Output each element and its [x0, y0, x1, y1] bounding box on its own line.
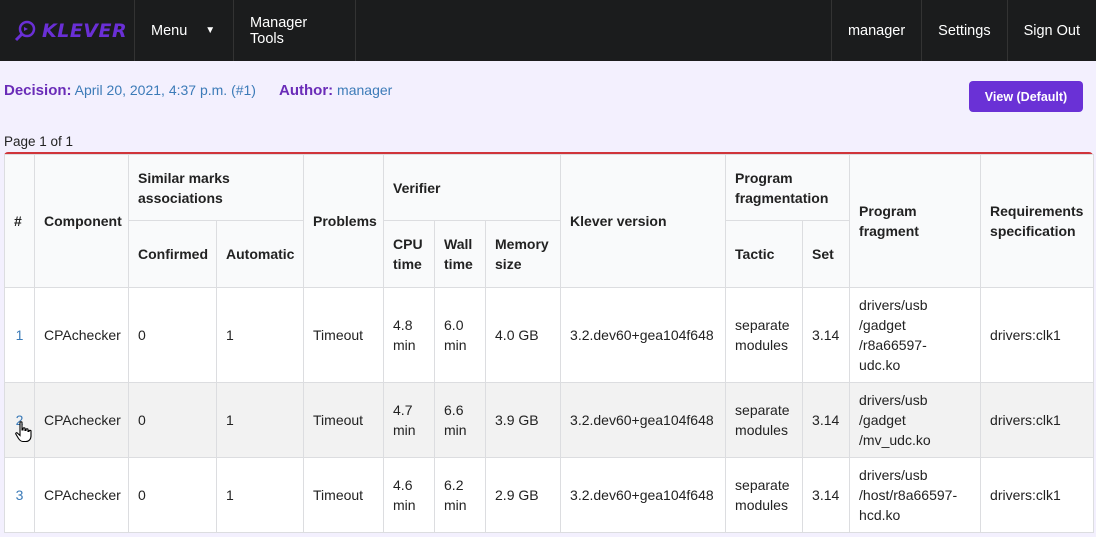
settings-label: Settings: [938, 22, 991, 39]
cell-component: CPAchecker: [34, 287, 129, 383]
logo-text: KLEVER: [42, 19, 128, 42]
menu-label: Menu: [151, 22, 188, 39]
cell-memory: 2.9 GB: [485, 457, 562, 533]
cell-tactic: separate modules: [725, 457, 804, 533]
header-verifier: Verifier: [383, 154, 562, 221]
cell-fragment: drivers/usb /gadget /mv_udc.ko: [849, 382, 982, 458]
cell-cpu-time: 4.6 min: [383, 457, 436, 533]
manager-tools-label: Manager Tools: [250, 14, 308, 47]
cell-requirements: drivers:clk1: [980, 382, 1095, 458]
cell-fragment: drivers/usb /host/r8a66597- hcd.ko: [849, 457, 982, 533]
header-wall-time: Wall time: [434, 220, 487, 288]
header-similar-marks: Similar marks associations: [127, 154, 305, 221]
cell-memory: 4.0 GB: [485, 287, 562, 383]
menu-dropdown[interactable]: Menu ▼: [135, 0, 234, 61]
decision-value[interactable]: April 20, 2021, 4:37 p.m. (#1): [75, 82, 256, 98]
cell-problems: Timeout: [303, 287, 385, 383]
header-problems: Problems: [303, 154, 385, 288]
cell-automatic: 1: [215, 382, 305, 458]
cell-klever-version: 3.2.dev60+gea104f648: [560, 382, 727, 458]
author-label: Author:: [279, 82, 334, 99]
row-link[interactable]: 3: [16, 487, 24, 503]
author-info: Author: manager: [279, 82, 392, 99]
header-num: #: [4, 154, 35, 288]
cell-tactic: separate modules: [725, 287, 804, 383]
header-klever-version: Klever version: [560, 154, 727, 288]
cell-klever-version: 3.2.dev60+gea104f648: [560, 287, 727, 383]
header-program-fragment: Program fragment: [849, 154, 982, 288]
user-link[interactable]: manager: [830, 0, 921, 61]
user-label: manager: [847, 22, 906, 39]
sign-out-link[interactable]: Sign Out: [1006, 0, 1096, 61]
header-cpu-time: CPU time: [383, 220, 436, 288]
cell-set: 3.14: [802, 382, 851, 458]
header-memory-size: Memory size: [485, 220, 562, 288]
cell-automatic: 1: [215, 457, 305, 533]
table-row: 2 CPAchecker 0 1 Timeout 4.7 min 6.6 min…: [4, 382, 1095, 458]
header-requirements: Requirements specification: [980, 154, 1095, 288]
cell-fragment: drivers/usb /gadget /r8a66597- udc.ko: [849, 287, 982, 383]
cell-automatic: 1: [215, 287, 305, 383]
page-info: Page 1 of 1: [4, 134, 74, 149]
sign-out-label: Sign Out: [1023, 22, 1080, 39]
decision-info: Decision: April 20, 2021, 4:37 p.m. (#1): [4, 82, 256, 99]
header-set: Set: [802, 220, 851, 288]
header-component: Component: [34, 154, 129, 288]
decision-label: Decision:: [4, 82, 72, 99]
cell-memory: 3.9 GB: [485, 382, 562, 458]
cell-component: CPAchecker: [34, 382, 129, 458]
cell-tactic: separate modules: [725, 382, 804, 458]
nav-right-group: manager Settings Sign Out: [830, 0, 1096, 61]
table-row: 1 CPAchecker 0 1 Timeout 4.8 min 6.0 min…: [4, 287, 1095, 383]
manager-tools-link[interactable]: Manager Tools: [234, 0, 356, 61]
row-link[interactable]: 1: [16, 327, 24, 343]
table-row: 3 CPAchecker 0 1 Timeout 4.6 min 6.2 min…: [4, 457, 1095, 533]
cell-cpu-time: 4.7 min: [383, 382, 436, 458]
klever-logo[interactable]: KLEVER: [0, 0, 135, 61]
reports-table: # Component Similar marks associations P…: [4, 154, 1095, 533]
cell-requirements: drivers:clk1: [980, 287, 1095, 383]
cell-component: CPAchecker: [34, 457, 129, 533]
cell-wall-time: 6.2 min: [434, 457, 487, 533]
cell-klever-version: 3.2.dev60+gea104f648: [560, 457, 727, 533]
cell-set: 3.14: [802, 457, 851, 533]
cell-problems: Timeout: [303, 457, 385, 533]
header-program-fragmentation: Program fragmentation: [725, 154, 851, 221]
view-default-button[interactable]: View (Default): [969, 81, 1083, 112]
cell-requirements: drivers:clk1: [980, 457, 1095, 533]
cell-confirmed: 0: [128, 457, 217, 533]
settings-link[interactable]: Settings: [921, 0, 1006, 61]
cell-problems: Timeout: [303, 382, 385, 458]
cell-confirmed: 0: [128, 287, 217, 383]
reports-table-container: # Component Similar marks associations P…: [4, 152, 1095, 533]
header-automatic: Automatic: [215, 220, 305, 288]
top-navbar: KLEVER Menu ▼ Manager Tools manager Sett…: [0, 0, 1096, 61]
author-value[interactable]: manager: [337, 82, 392, 98]
hand-cursor-icon: [15, 421, 32, 443]
cell-confirmed: 0: [128, 382, 217, 458]
cell-set: 3.14: [802, 287, 851, 383]
cell-wall-time: 6.0 min: [434, 287, 487, 383]
magnifier-logo-icon: [14, 20, 36, 41]
header-confirmed: Confirmed: [128, 220, 217, 288]
cell-wall-time: 6.6 min: [434, 382, 487, 458]
header-tactic: Tactic: [725, 220, 804, 288]
caret-down-icon: ▼: [205, 25, 216, 36]
cell-cpu-time: 4.8 min: [383, 287, 436, 383]
